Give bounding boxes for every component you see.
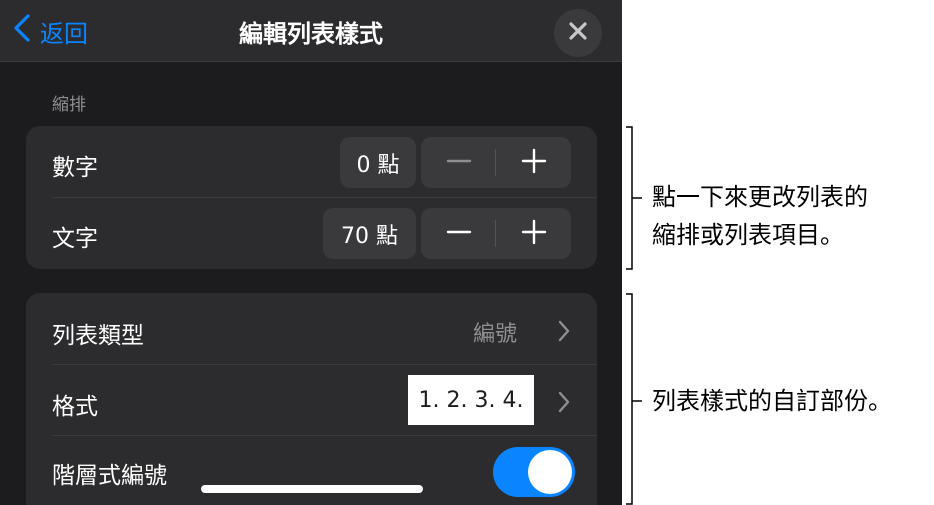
text-indent-stepper xyxy=(421,208,571,259)
indent-group: 數字 0 點 文字 70 點 xyxy=(26,126,597,269)
indent-callout-line1: 點一下來更改列表的 xyxy=(652,183,868,211)
text-indent-increment-button[interactable] xyxy=(496,208,571,259)
list-type-value: 編號 xyxy=(473,322,518,347)
chevron-right-icon xyxy=(557,390,571,414)
indent-bracket xyxy=(626,126,642,270)
stepper-divider xyxy=(495,220,496,247)
format-label: 格式 xyxy=(52,394,98,420)
list-type-row[interactable]: 列表類型 編號 xyxy=(26,293,597,364)
toggle-knob xyxy=(528,450,572,494)
tiered-numbering-toggle[interactable] xyxy=(493,447,575,497)
custom-callout: 列表樣式的自訂部份。 xyxy=(652,387,892,415)
close-button[interactable] xyxy=(554,9,602,57)
page-title: 編輯列表樣式 xyxy=(239,20,383,48)
close-icon xyxy=(568,21,588,45)
minus-icon xyxy=(446,219,472,249)
number-indent-value[interactable]: 0 點 xyxy=(340,137,416,188)
indent-callout: 點一下來更改列表的 縮排或列表項目。 xyxy=(652,178,868,254)
custom-bracket xyxy=(626,293,642,505)
minus-icon xyxy=(446,148,472,178)
number-indent-stepper xyxy=(421,137,571,188)
tiered-numbering-label: 階層式編號 xyxy=(52,463,167,489)
format-value: 1. 2. 3. 4. xyxy=(408,375,534,425)
text-indent-value[interactable]: 70 點 xyxy=(323,208,416,259)
home-indicator xyxy=(201,485,423,493)
plus-icon xyxy=(521,219,547,249)
number-indent-decrement-button[interactable] xyxy=(421,137,496,188)
stepper-divider xyxy=(495,149,496,176)
indent-section-label: 縮排 xyxy=(52,95,86,115)
number-indent-label: 數字 xyxy=(52,155,98,181)
list-style-group: 列表類型 編號 格式 1. 2. 3. 4. 階層式編號 xyxy=(26,293,597,505)
number-indent-row: 數字 0 點 xyxy=(26,126,597,197)
header-bar: 返回 編輯列表樣式 xyxy=(0,0,622,62)
edit-list-style-panel: 返回 編輯列表樣式 縮排 數字 0 點 文字 70 點 列表類型 編號 格式 1… xyxy=(0,0,622,505)
plus-icon xyxy=(521,148,547,178)
text-indent-label: 文字 xyxy=(52,226,98,252)
list-type-label: 列表類型 xyxy=(52,323,144,349)
text-indent-decrement-button[interactable] xyxy=(421,208,496,259)
number-indent-increment-button[interactable] xyxy=(496,137,571,188)
indent-callout-line2: 縮排或列表項目。 xyxy=(652,221,844,249)
text-indent-row: 文字 70 點 xyxy=(26,198,597,269)
chevron-right-icon xyxy=(557,319,571,343)
